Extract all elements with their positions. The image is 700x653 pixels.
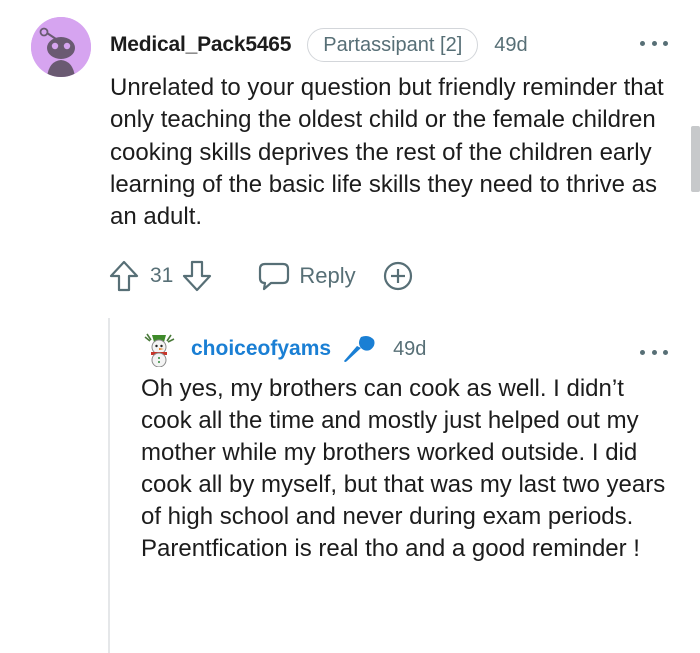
user-flair-badge: Partassipant [2] [307, 28, 479, 62]
ellipsis-icon [640, 40, 645, 46]
reply-header: choiceofyams 49d [191, 333, 426, 365]
arrow-up-icon [109, 260, 139, 292]
plus-circle-icon [383, 261, 412, 291]
vote-count: 31 [150, 264, 174, 287]
reply-username[interactable]: choiceofyams [191, 337, 331, 361]
ellipsis-icon [651, 40, 657, 46]
ellipsis-icon [651, 349, 657, 355]
microphone-icon [341, 334, 377, 364]
snowman-avatar-icon [144, 333, 175, 368]
snoo-avatar-icon [31, 17, 91, 77]
reply-button[interactable]: Reply [257, 261, 356, 291]
comment-body: Unrelated to your question but friendly … [110, 74, 664, 231]
award-button[interactable] [382, 260, 414, 292]
thread-line[interactable] [108, 318, 110, 653]
more-options-button[interactable] [640, 33, 668, 53]
comment-actions: 31 Reply [108, 258, 414, 294]
reply-avatar[interactable] [141, 331, 177, 368]
comment-username[interactable]: Medical_Pack5465 [110, 33, 291, 57]
comment-thread: Medical_Pack5465 Partassipant [2] 49d Un… [0, 0, 700, 653]
reply-more-options-button[interactable] [640, 342, 668, 362]
avatar[interactable] [31, 17, 91, 77]
downvote-button[interactable] [181, 259, 213, 293]
arrow-down-icon [183, 260, 212, 292]
speech-bubble-icon [259, 262, 290, 291]
upvote-button[interactable] [108, 259, 140, 293]
comment-age: 49d [494, 33, 528, 56]
comment-header: Medical_Pack5465 Partassipant [2] 49d [110, 28, 528, 62]
reply-button-label: Reply [299, 263, 356, 288]
ellipsis-icon [663, 349, 668, 355]
reply-age: 49d [393, 337, 427, 360]
ellipsis-icon [663, 40, 668, 46]
reply-body: Oh yes, my brothers can cook as well. I … [141, 375, 666, 563]
ellipsis-icon [640, 349, 645, 355]
scrollbar[interactable] [691, 126, 700, 192]
